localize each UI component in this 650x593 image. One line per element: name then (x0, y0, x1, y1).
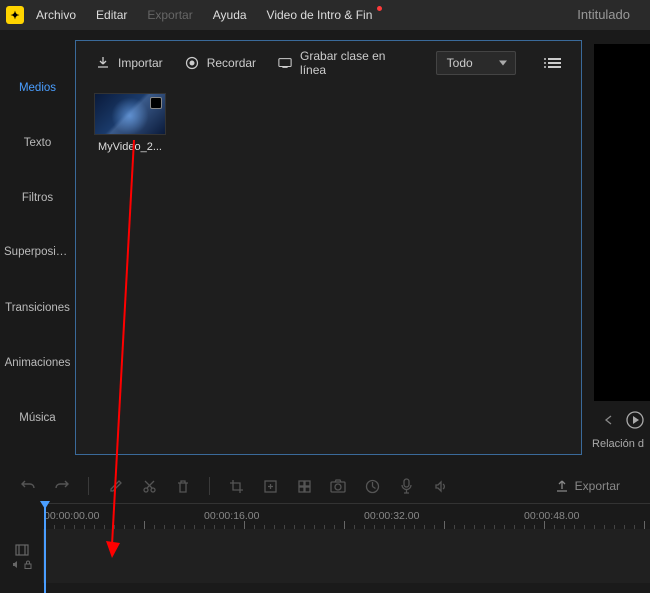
export-button[interactable]: Exportar (555, 479, 630, 493)
mosaic-icon[interactable] (296, 478, 312, 494)
separator (88, 477, 89, 495)
import-label: Importar (118, 56, 163, 70)
list-view-icon[interactable] (544, 56, 561, 70)
playhead[interactable] (44, 503, 46, 593)
tab-medios[interactable]: Medios (0, 60, 75, 115)
preview-column: Relación d (590, 40, 650, 455)
record-label: Recordar (207, 56, 256, 70)
screen-icon (278, 56, 292, 70)
timeline-ruler[interactable]: 00:00:00.00 00:00:16.00 00:00:32.00 00:0… (44, 503, 650, 529)
video-track-icon (15, 544, 29, 556)
tab-transiciones[interactable]: Transiciones (0, 280, 75, 335)
menu-intro-fin[interactable]: Video de Intro & Fin (259, 4, 381, 26)
media-toolbar: Importar Recordar Grabar clase en línea … (76, 41, 581, 85)
edit-icon[interactable] (107, 478, 123, 494)
voiceover-icon[interactable] (398, 478, 414, 494)
media-clip[interactable]: MyVideo_2... (94, 93, 166, 153)
aspect-ratio-label: Relación d (592, 438, 644, 450)
sidebar: Medios Texto Filtros Superposicio... Tra… (0, 40, 75, 455)
track-row[interactable] (44, 529, 650, 583)
screen-record-button[interactable]: Grabar clase en línea (278, 49, 410, 77)
tab-texto[interactable]: Texto (0, 115, 75, 170)
crop-icon[interactable] (228, 478, 244, 494)
cut-icon[interactable] (141, 478, 157, 494)
audio-icon[interactable] (432, 478, 448, 494)
prev-frame-icon[interactable] (602, 413, 616, 430)
separator (209, 477, 210, 495)
tab-superposicion[interactable]: Superposicio... (0, 225, 75, 280)
menu-editar[interactable]: Editar (88, 4, 135, 26)
ticks (44, 521, 650, 529)
snapshot-icon[interactable] (330, 478, 346, 494)
tracks (0, 529, 650, 583)
speed-icon[interactable] (364, 478, 380, 494)
app-logo: ✦ (6, 6, 24, 24)
menu-exportar[interactable]: Exportar (139, 4, 200, 26)
clip-badge-icon (150, 97, 162, 109)
tab-filtros[interactable]: Filtros (0, 170, 75, 225)
screen-record-label: Grabar clase en línea (300, 49, 410, 77)
preview-video (594, 44, 650, 401)
tab-musica[interactable]: Música (0, 390, 75, 445)
redo-icon[interactable] (54, 478, 70, 494)
tab-animaciones[interactable]: Animaciones (0, 335, 75, 390)
clip-thumbnail (94, 93, 166, 135)
timeline[interactable]: 00:00:00.00 00:00:16.00 00:00:32.00 00:0… (0, 503, 650, 593)
menu-archivo[interactable]: Archivo (28, 4, 84, 26)
filter-dropdown[interactable]: Todo (436, 51, 516, 75)
import-button[interactable]: Importar (96, 56, 163, 70)
add-marker-icon[interactable] (262, 478, 278, 494)
export-label: Exportar (575, 479, 620, 493)
preview-controls: Relación d (590, 405, 650, 455)
export-icon (555, 479, 569, 493)
play-icon[interactable] (626, 411, 644, 432)
media-panel: Importar Recordar Grabar clase en línea … (75, 40, 582, 455)
mute-icon[interactable] (12, 560, 21, 569)
clip-name: MyVideo_2... (94, 141, 166, 153)
window-title: Intitulado (577, 7, 630, 22)
record-icon (185, 56, 199, 70)
menubar: ✦ Archivo Editar Exportar Ayuda Video de… (0, 0, 650, 30)
delete-icon[interactable] (175, 478, 191, 494)
menu-ayuda[interactable]: Ayuda (205, 4, 255, 26)
track-header[interactable] (0, 529, 44, 583)
timeline-toolbar: Exportar (0, 469, 650, 503)
record-button[interactable]: Recordar (185, 56, 256, 70)
workspace: Medios Texto Filtros Superposicio... Tra… (0, 40, 650, 455)
lock-icon[interactable] (24, 560, 32, 569)
import-icon (96, 56, 110, 70)
undo-icon[interactable] (20, 478, 36, 494)
media-body: MyVideo_2... (76, 85, 581, 161)
